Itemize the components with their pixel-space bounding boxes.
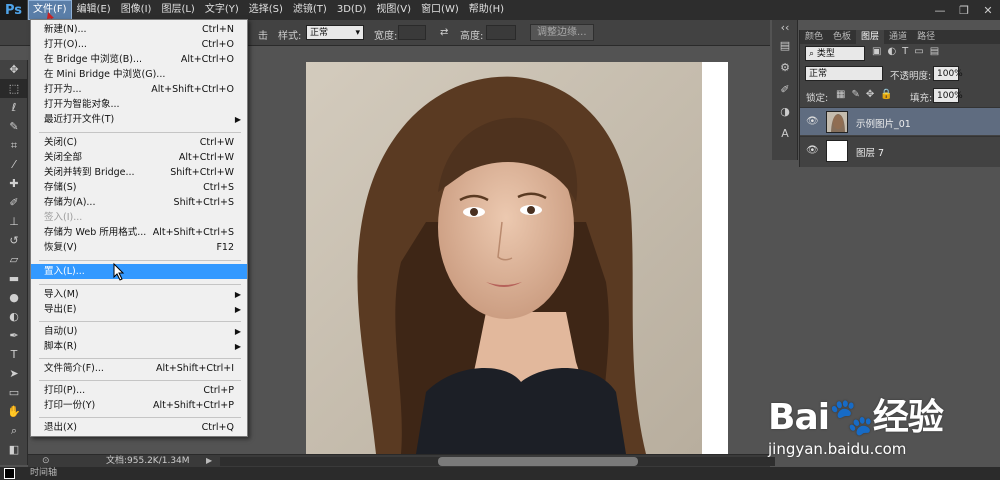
menu-item-print[interactable]: 打印(P)... Ctrl+P — [31, 383, 247, 398]
tab-channels[interactable]: 通道 — [884, 30, 912, 44]
tab-layers[interactable]: 图层 — [856, 30, 885, 44]
menu-separator — [39, 284, 241, 285]
menu-item-browse-mini-bridge[interactable]: 在 Mini Bridge 中浏览(G)... — [31, 67, 247, 82]
mouse-cursor-icon — [113, 262, 133, 281]
menu-item-save-as[interactable]: 存储为(A)... Shift+Ctrl+S — [31, 195, 247, 210]
fill-label: 填充: — [910, 93, 933, 104]
properties-panel-icon[interactable]: ⚙ — [772, 56, 798, 78]
watermark-url: jingyan.baidu.com — [768, 440, 907, 458]
layer-row[interactable]: 👁 图层 7 — [800, 136, 1000, 164]
menu-item-automate[interactable]: 自动(U) ▶ — [31, 324, 247, 339]
submenu-arrow-icon: ▶ — [234, 342, 241, 351]
status-arrow-icon[interactable]: ▶ — [206, 456, 212, 465]
menu-item-save[interactable]: 存储(S) Ctrl+S — [31, 180, 247, 195]
timeline-label[interactable]: 时间轴 — [30, 467, 57, 480]
menu-separator — [39, 321, 241, 322]
fill-input[interactable]: 100% — [933, 88, 963, 103]
menu-item-open-smart-object[interactable]: 打开为智能对象... — [31, 97, 247, 112]
opacity-label: 不透明度: — [890, 71, 932, 82]
menu-separator — [39, 132, 241, 133]
baidu-watermark: Bai🐾经验 jingyan.baidu.com — [738, 368, 1000, 468]
menu-item-open-as[interactable]: 打开为... Alt+Shift+Ctrl+O — [31, 82, 247, 97]
submenu-arrow-icon: ▶ — [234, 327, 241, 336]
filter-icons[interactable]: ▣◐T▭▤ — [872, 46, 945, 57]
lock-icons[interactable]: ▦✎✥🔒 — [836, 89, 899, 100]
menu-item-close-all[interactable]: 关闭全部 Alt+Ctrl+W — [31, 150, 247, 165]
lock-label: 锁定: — [806, 93, 829, 104]
tab-color[interactable]: 颜色 — [800, 30, 828, 44]
panel-tabs: 颜色 色板 图层 通道 路径 — [800, 30, 1000, 44]
menu-item-place[interactable]: 置入(L)... — [31, 264, 247, 279]
menu-item-exit[interactable]: 退出(X) Ctrl+Q — [31, 420, 247, 435]
layer-thumbnail — [826, 111, 848, 133]
visibility-eye-icon[interactable]: 👁 — [806, 145, 819, 156]
submenu-arrow-icon: ▶ — [234, 115, 241, 124]
menu-item-print-one-copy[interactable]: 打印一份(Y) Alt+Shift+Ctrl+P — [31, 398, 247, 413]
blend-mode-select[interactable]: 正常 — [805, 66, 883, 81]
layer-name: 图层 7 — [856, 148, 885, 159]
history-panel-icon[interactable]: ▤ — [772, 34, 798, 56]
menu-item-revert[interactable]: 恢复(V) F12 — [31, 240, 247, 255]
layers-panel: 颜色 色板 图层 通道 路径 ⌕ 类型 ▣◐T▭▤ 正常 不透明度: 100% … — [799, 30, 1000, 167]
panel-icon-strip: ‹‹ ▤ ⚙ ✐ ◑ A — [772, 20, 798, 160]
adjustments-panel-icon[interactable]: ◑ — [772, 100, 798, 122]
character-panel-icon[interactable]: A — [772, 122, 798, 144]
menu-separator — [39, 358, 241, 359]
menu-separator — [39, 380, 241, 381]
scrollbar-thumb[interactable] — [438, 457, 638, 466]
status-menu-icon[interactable]: ⊙ — [42, 456, 50, 466]
submenu-arrow-icon: ▶ — [234, 290, 241, 299]
menu-item-import[interactable]: 导入(M) ▶ — [31, 287, 247, 302]
status-bar: ⊙ 文档:955.2K/1.34M ▶ — [28, 454, 775, 467]
menu-item-close-go-bridge[interactable]: 关闭并转到 Bridge... Shift+Ctrl+W — [31, 165, 247, 180]
opacity-input[interactable]: 100% — [933, 66, 963, 81]
tab-swatches[interactable]: 色板 — [828, 30, 856, 44]
menu-item-open[interactable]: 打开(O)... Ctrl+O — [31, 37, 247, 52]
brush-panel-icon[interactable]: ✐ — [772, 78, 798, 100]
file-menu-dropdown: 新建(N)... Ctrl+N 打开(O)... Ctrl+O 在 Bridge 中… — [30, 19, 248, 437]
layer-thumbnail — [826, 140, 848, 162]
menu-item-close[interactable]: 关闭(C) Ctrl+W — [31, 135, 247, 150]
menu-item-check-in: 签入(I)... — [44, 212, 83, 223]
menu-separator — [39, 417, 241, 418]
foreground-color-swatch[interactable] — [4, 468, 15, 479]
menu-item-new[interactable]: 新建(N)... Ctrl+N — [31, 22, 247, 37]
menu-item-recent-files[interactable]: 最近打开文件(T) ▶ — [31, 112, 247, 127]
menu-item-export[interactable]: 导出(E) ▶ — [31, 302, 247, 317]
watermark-brand: Bai🐾经验 — [768, 397, 944, 438]
menu-item-save-for-web[interactable]: 存储为 Web 所用格式... Alt+Shift+Ctrl+S — [31, 225, 247, 240]
horizontal-scrollbar[interactable] — [220, 457, 775, 466]
visibility-eye-icon[interactable]: 👁 — [806, 116, 819, 127]
menu-item-browse-bridge[interactable]: 在 Bridge 中浏览(B)... Alt+Ctrl+O — [31, 52, 247, 67]
layer-filter-select[interactable]: ⌕ 类型 — [805, 46, 865, 61]
layer-row[interactable]: 👁 示例图片_01 — [800, 107, 1000, 135]
tab-paths[interactable]: 路径 — [912, 30, 940, 44]
layer-name: 示例图片_01 — [856, 119, 911, 130]
menu-separator — [39, 260, 241, 261]
submenu-arrow-icon: ▶ — [234, 305, 241, 314]
timeline-strip: 时间轴 — [0, 467, 1000, 480]
menu-item-file-info[interactable]: 文件简介(F)... Alt+Shift+Ctrl+I — [31, 361, 247, 376]
menu-item-scripts[interactable]: 脚本(R) ▶ — [31, 339, 247, 354]
